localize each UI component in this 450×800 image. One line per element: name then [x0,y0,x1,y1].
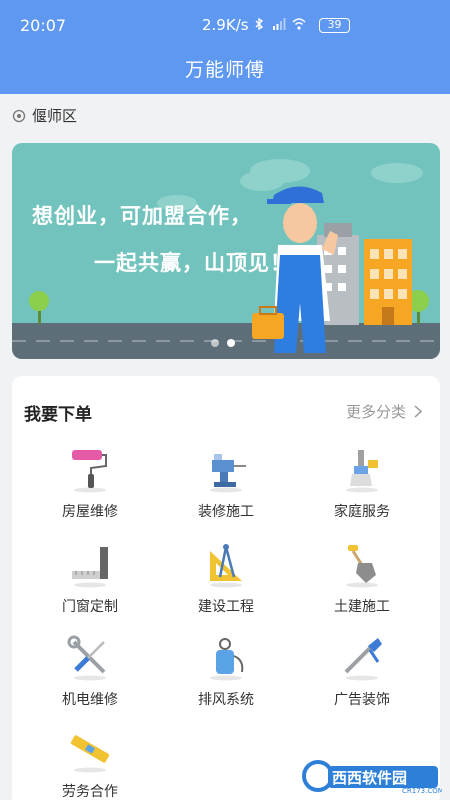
carousel-indicator [211,339,235,347]
sprayer-tank-icon [210,638,244,681]
signal-icon [273,18,286,30]
site-watermark: 西西软件园 CR173.COM [302,760,442,795]
status-bar: 20:07 2.9K/s 39 [0,0,450,46]
carousel-dot[interactable] [211,339,219,347]
more-categories-label: 更多分类 [345,403,406,421]
category-label: 机电维修 [62,692,118,708]
carousel-dot-active[interactable] [227,339,235,347]
category-item[interactable]: 门窗定制 [19,541,161,631]
category-item[interactable]: 机电维修 [19,634,161,724]
battery-indicator: 39 [319,18,350,33]
cleaning-brush-icon [346,450,378,493]
category-item[interactable]: 劳务合作 [19,726,161,800]
category-item[interactable]: 装修施工 [155,446,297,536]
location-selector[interactable]: 偃师区 [12,105,77,126]
category-label: 房屋维修 [62,504,118,520]
chevron-right-icon [414,405,422,418]
category-item[interactable]: 房屋维修 [19,446,161,536]
category-label: 建设工程 [198,599,254,615]
spirit-level-icon [70,735,110,773]
category-item[interactable]: 排风系统 [155,634,297,724]
category-label: 排风系统 [198,692,254,708]
category-item[interactable]: 广告装饰 [291,634,433,724]
watermark-brand: 西西软件园 [332,769,407,787]
promo-banner[interactable]: 想创业，可加盟合作， 一起共赢，山顶见！ [12,143,440,359]
watermark-site: CR173.COM [402,787,442,795]
category-item[interactable]: 家庭服务 [291,446,433,536]
wrench-screwdriver-icon [67,635,106,681]
caulking-gun-icon [344,638,382,681]
category-label: 土建施工 [334,599,390,615]
wifi-icon [292,18,306,30]
category-label: 装修施工 [198,504,254,520]
section-title: 我要下单 [24,405,92,425]
system-icons [252,17,306,31]
status-time: 20:07 [20,16,67,35]
banner-text-line2: 一起共赢，山顶见！ [94,251,292,275]
paint-roller-icon [72,450,107,493]
more-categories-link[interactable]: 更多分类 [346,401,422,422]
square-ruler-icon [72,547,108,588]
category-label: 门窗定制 [62,599,118,615]
category-item[interactable]: 土建施工 [291,541,433,631]
shovel-icon [346,545,378,588]
order-section-card: 我要下单 更多分类 房屋维修 装修施工 家庭服务 门窗定制 建设工程 土建施工 … [12,376,440,800]
category-label: 劳务合作 [62,784,118,800]
location-label: 偃师区 [32,107,78,125]
bench-vise-icon [210,454,246,493]
network-speed: 2.9K/s [202,16,249,34]
bluetooth-icon [255,17,264,31]
page-title: 万能师傅 [184,59,265,81]
category-label: 广告装饰 [334,692,390,708]
location-pin-icon [12,109,26,122]
category-label: 家庭服务 [334,504,390,520]
compass-triangle-icon [210,544,242,588]
banner-text-line1: 想创业，可加盟合作， [32,204,252,228]
category-item[interactable]: 建设工程 [155,541,297,631]
title-bar: 万能师傅 [0,46,450,94]
